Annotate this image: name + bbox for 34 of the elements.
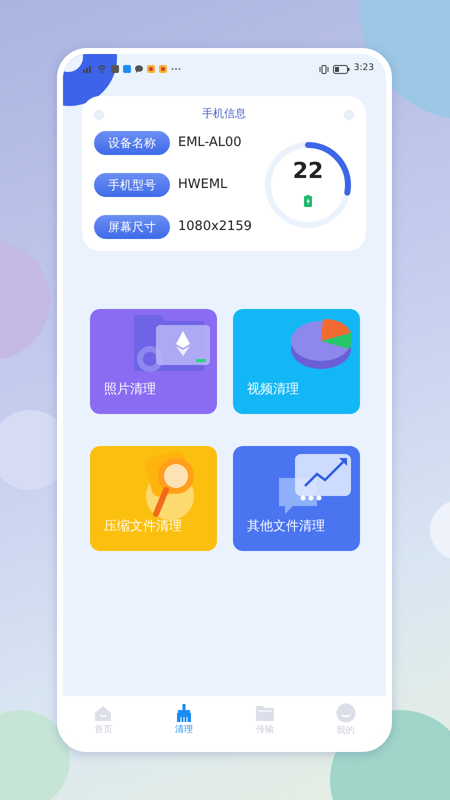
info-value: EML-AL00 [178,134,242,152]
gauge-reading: 22 [292,160,324,182]
card-title: 手机信息 [202,106,246,122]
vibrate-icon [318,64,329,74]
info-label: 设备名称 [94,130,170,154]
info-value: 1080x2159 [178,218,252,236]
card-dot [94,110,104,120]
app-icon [147,65,155,73]
tile-label: 其他文件清理 [247,518,325,536]
tab[interactable]: 清理 [144,696,224,746]
home-icon [93,704,114,722]
signal-icon [83,65,93,73]
chat-icon [135,65,143,73]
status-time: 3:23 [354,62,374,76]
profile-icon [336,703,356,724]
folder-icon [254,704,275,722]
battery-charging-icon [304,194,312,206]
more-icon [171,67,181,71]
info-label: 屏幕尺寸 [94,214,170,238]
clean-tile[interactable]: 照片清理 [90,308,217,414]
info-label: 手机型号 [94,172,170,196]
tile-label: 视频清理 [247,381,299,399]
clean-tile[interactable]: 其他文件清理 [233,446,360,550]
tile-label: 照片清理 [104,381,156,399]
clean-tile[interactable]: 视频清理 [233,308,360,414]
wifi-icon [97,65,107,73]
battery-icon [332,64,350,74]
background-blob [430,500,450,560]
tile-label: 压缩文件清理 [104,518,182,536]
broom-icon [175,704,194,722]
app-icon [159,65,167,73]
clean-tile[interactable]: 压缩文件清理 [90,446,217,550]
card-dot [344,110,354,120]
info-value: HWEML [178,176,228,194]
